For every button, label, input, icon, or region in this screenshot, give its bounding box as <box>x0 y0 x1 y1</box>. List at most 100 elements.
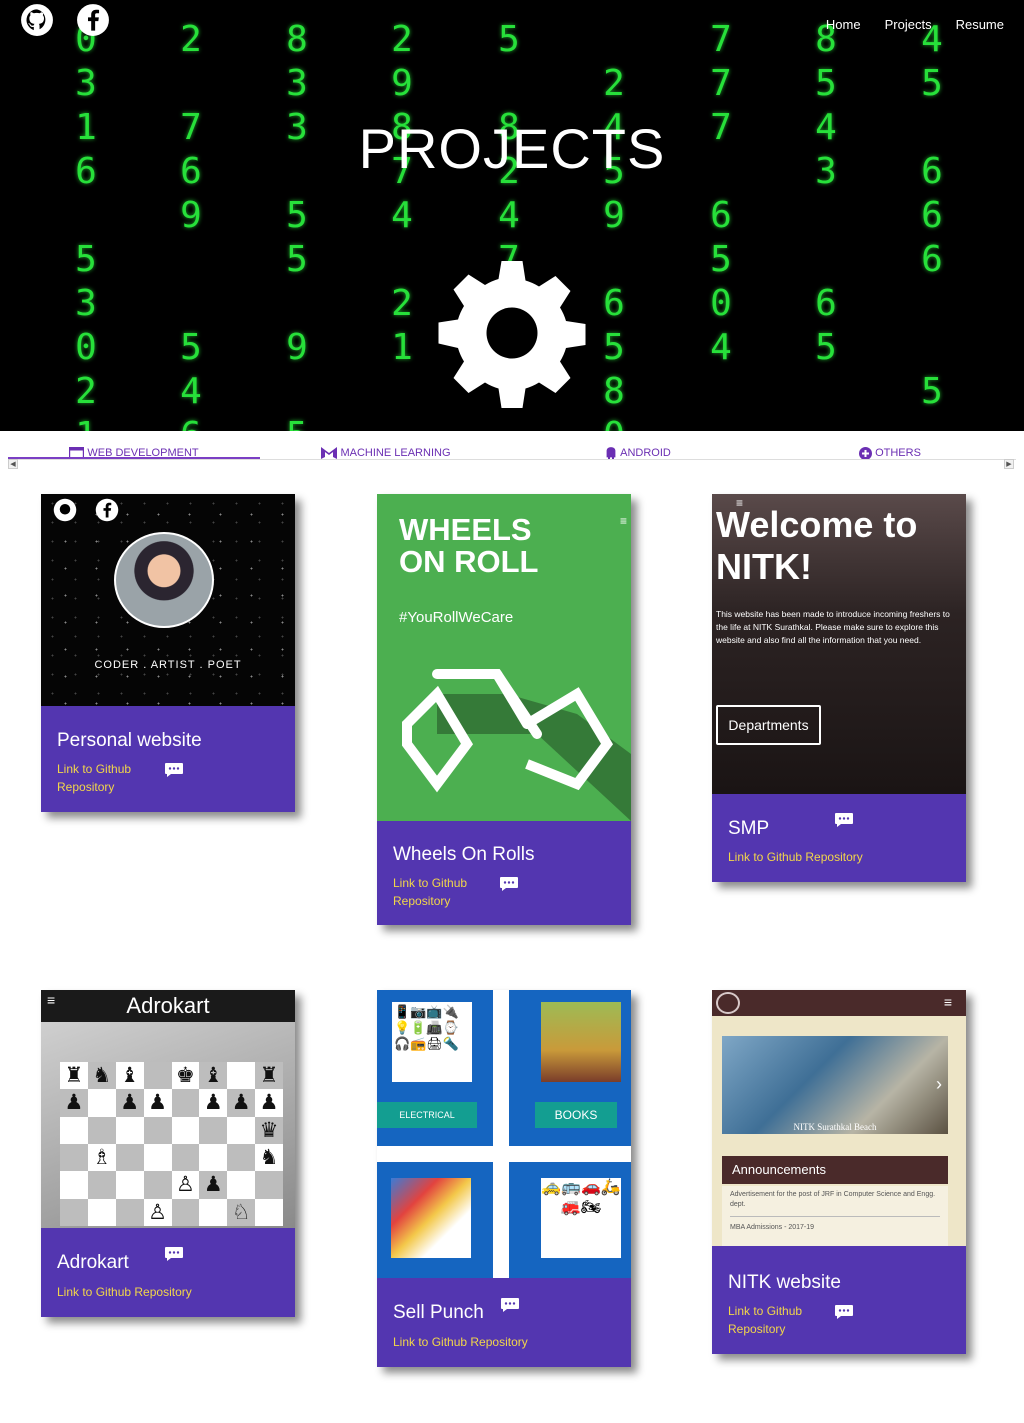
chess-square <box>60 1144 88 1172</box>
chess-square <box>199 1116 228 1144</box>
category-tile-books: BOOKS <box>509 990 631 1146</box>
scroll-left-icon[interactable]: ◀ <box>8 459 18 469</box>
chess-square: ♟ <box>227 1089 256 1117</box>
chess-square <box>60 1116 88 1144</box>
github-repo-link[interactable]: Link to Github Repository <box>393 874 483 910</box>
matrix-column: 833 55 9 5 <box>286 19 308 431</box>
chat-bubble-icon[interactable] <box>164 1246 184 1262</box>
menu-icon: ≡ <box>943 994 952 1010</box>
project-card-adrokart[interactable]: Adrokart ≡ ♜ ♞ ♝ ♚ ♝ ♜ ♟ ♟ ♟ ♟ ♟ ♟ ♛ ♗ ♞ ♙ ♟ ♙ ♘ Adrokart … <box>41 990 295 1317</box>
facebook-icon <box>95 498 119 522</box>
avatar <box>114 532 214 628</box>
chess-square <box>87 1089 116 1117</box>
departments-button: Departments <box>716 705 821 745</box>
chat-bubble-icon[interactable] <box>834 812 854 828</box>
chess-square: ♟ <box>199 1089 228 1117</box>
plus-circle-icon <box>859 446 873 460</box>
project-screenshot: Adrokart ≡ ♜ ♞ ♝ ♚ ♝ ♜ ♟ ♟ ♟ ♟ ♟ ♟ ♛ ♗ ♞ ♙ ♟ ♙ ♘ <box>41 990 295 1228</box>
card-title: Personal website <box>57 730 202 751</box>
nav-projects-link[interactable]: Projects <box>885 17 932 32</box>
tab-label: MACHINE LEARNING <box>340 447 451 459</box>
chat-bubble-icon[interactable] <box>164 762 184 778</box>
project-screenshot: CODER . ARTIST . POET <box>41 494 295 706</box>
tab-scrollbar[interactable] <box>8 459 1016 469</box>
chess-square <box>171 1089 200 1117</box>
facebook-icon[interactable] <box>76 3 110 37</box>
project-card-smp[interactable]: ≡ Welcome to NITK! This website has been… <box>712 494 966 882</box>
chat-bubble-icon[interactable] <box>500 1297 520 1313</box>
github-repo-link[interactable]: Link to Github Repository <box>728 1302 818 1338</box>
chess-square: ♟ <box>199 1171 228 1199</box>
ml-logo-icon <box>321 447 338 459</box>
card-title: Sell Punch <box>393 1302 484 1323</box>
github-repo-link[interactable]: Link to Github Repository <box>57 760 147 796</box>
github-repo-link[interactable]: Link to Github Repository <box>393 1333 528 1351</box>
matrix-column: 45 666 5 <box>921 19 943 412</box>
announcement-item: Advertisement for the post of JRF in Com… <box>730 1191 936 1208</box>
smp-intro: This website has been made to introduce … <box>716 609 950 645</box>
project-screenshot: ≡ Welcome to NITK! This website has been… <box>712 494 966 794</box>
chess-board: ♜ ♞ ♝ ♚ ♝ ♜ ♟ ♟ ♟ ♟ ♟ ♟ ♛ ♗ ♞ ♙ ♟ ♙ ♘ <box>60 1062 283 1226</box>
matrix-column: 0316 53021 <box>75 19 97 431</box>
project-card-sellpunch[interactable]: 📱📷📺🔌💡🔋📠⌚🎧📻🖨🔦 ELECTRICAL BOOKS 🚕🚌🚗🛵🚒🏍 Sel… <box>377 990 631 1367</box>
menu-icon: ≡ <box>47 992 56 1008</box>
nav-home-link[interactable]: Home <box>826 17 861 32</box>
category-tile-electrical: 📱📷📺🔌💡🔋📠⌚🎧📻🖨🔦 ELECTRICAL <box>377 990 493 1146</box>
chess-square: ♛ <box>255 1116 283 1144</box>
project-card-personal[interactable]: CODER . ARTIST . POET Personal website L… <box>41 494 295 812</box>
chess-square <box>171 1144 200 1172</box>
card-title: NITK website <box>728 1272 841 1293</box>
chess-square <box>60 1198 88 1226</box>
chess-square: ♟ <box>115 1089 144 1117</box>
chess-square <box>143 1144 172 1172</box>
tab-label: ANDROID <box>620 447 671 459</box>
category-tile-stationery <box>377 1162 493 1278</box>
nitk-page: › NITK Surathkal Beach Announcements Adv… <box>712 1016 966 1246</box>
chat-bubble-icon[interactable] <box>834 1304 854 1320</box>
nitk-logo <box>716 992 740 1014</box>
category-tile-vehicles: 🚕🚌🚗🛵🚒🏍 <box>509 1162 631 1278</box>
menu-icon: ≡ <box>619 514 627 528</box>
chess-square <box>227 1116 256 1144</box>
announcement-item: MBA Admissions - 2017-19 <box>730 1216 940 1233</box>
github-repo-link[interactable]: Link to Github Repository <box>728 848 863 866</box>
card-title: Wheels On Rolls <box>393 844 535 865</box>
tab-label: OTHERS <box>875 447 921 459</box>
card-title: Adrokart <box>57 1252 129 1273</box>
chess-square <box>87 1116 116 1144</box>
books-label: BOOKS <box>535 1102 617 1128</box>
adrokart-heading: Adrokart <box>41 990 295 1022</box>
announcements-list: Advertisement for the post of JRF in Com… <box>722 1186 948 1246</box>
vehicles-image: 🚕🚌🚗🛵🚒🏍 <box>541 1178 621 1258</box>
chess-square <box>227 1062 256 1090</box>
github-icon <box>53 498 77 522</box>
project-screenshot: ≡ › NITK Surathkal Beach Announcements A… <box>712 990 966 1248</box>
chess-square <box>227 1171 256 1199</box>
chess-square: ♙ <box>143 1198 172 1226</box>
matrix-column: 29874 21 <box>391 19 413 368</box>
project-card-nitk[interactable]: ≡ › NITK Surathkal Beach Announcements A… <box>712 990 966 1354</box>
beach-slide: › NITK Surathkal Beach <box>722 1036 948 1134</box>
announcements-header: Announcements <box>722 1156 948 1184</box>
page-title: PROJECTS <box>358 117 666 180</box>
project-screenshot: WHEELS ON ROLL #YouRollWeCare ≡ <box>377 494 631 821</box>
top-nav: Home Projects Resume <box>802 17 1004 32</box>
github-icon[interactable] <box>20 3 54 37</box>
chess-square: ♟ <box>60 1089 88 1117</box>
chess-square <box>87 1171 116 1199</box>
chess-square <box>255 1171 283 1199</box>
chess-square: ♟ <box>255 1089 283 1117</box>
chat-bubble-icon[interactable] <box>499 876 519 892</box>
github-repo-link[interactable]: Link to Github Repository <box>57 1283 192 1301</box>
android-icon <box>606 446 616 460</box>
scroll-right-icon[interactable]: ▶ <box>1004 459 1014 469</box>
chess-square: ♗ <box>87 1144 116 1172</box>
nav-resume-link[interactable]: Resume <box>956 17 1004 32</box>
next-slide-icon: › <box>936 1074 942 1094</box>
smp-heading: Welcome to NITK! <box>716 504 918 587</box>
chess-square: ♙ <box>171 1171 200 1199</box>
chess-square: ♝ <box>115 1062 144 1090</box>
chess-square <box>143 1171 172 1199</box>
project-card-wheels[interactable]: WHEELS ON ROLL #YouRollWeCare ≡ Wheels O… <box>377 494 631 925</box>
chess-square: ♞ <box>87 1062 116 1090</box>
